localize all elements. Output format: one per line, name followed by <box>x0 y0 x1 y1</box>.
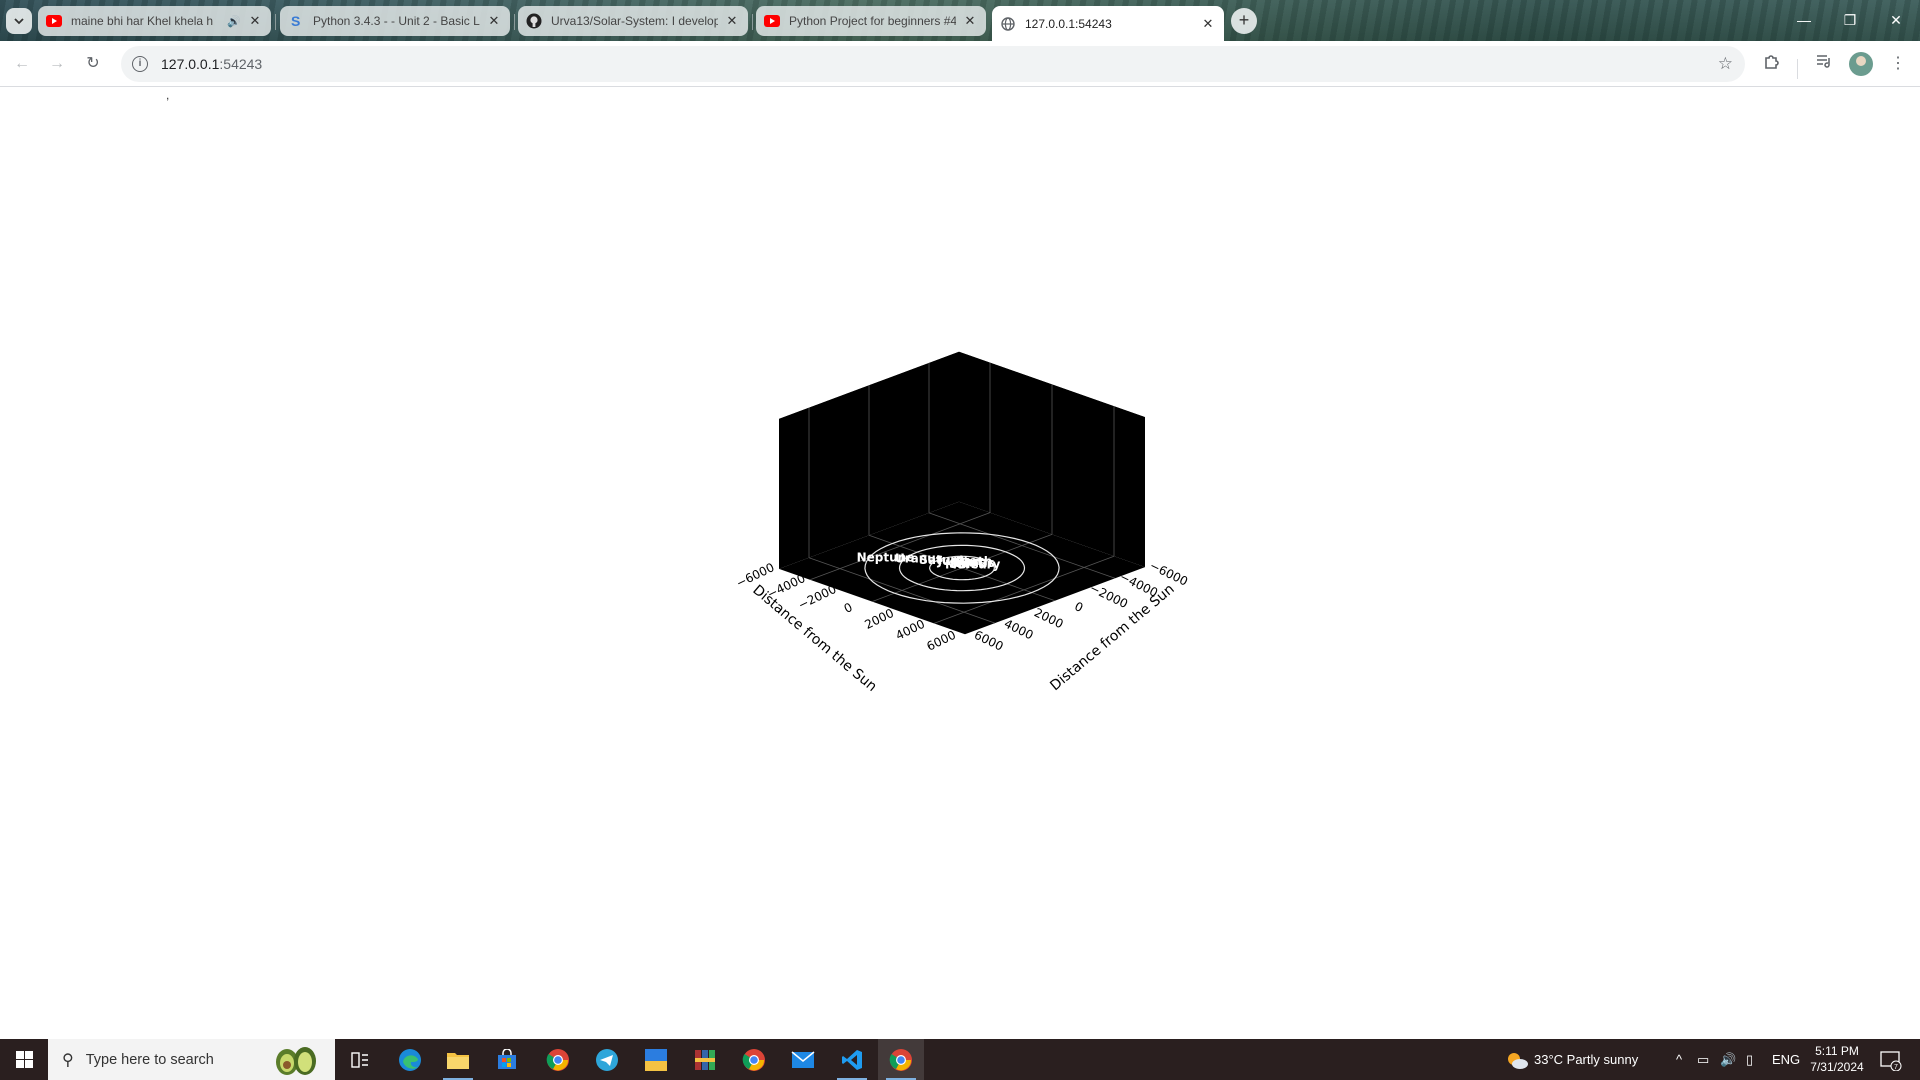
search-icon: ⚲ <box>62 1051 74 1069</box>
restore-icon[interactable]: ❐ <box>1827 0 1873 41</box>
weather-icon[interactable] <box>1505 1039 1529 1080</box>
tab-separator <box>752 14 753 30</box>
volume-icon[interactable]: 🔊 <box>1720 1039 1736 1080</box>
tab-title: maine bhi har Khel khela h <box>71 14 214 28</box>
tab-close-icon[interactable]: ✕ <box>486 13 502 29</box>
address-bar[interactable]: i 127.0.0.1:54243 ☆ <box>121 46 1745 82</box>
page-content: , Neptune Uranus Saturn Jupiter Mars Venus Mer… <box>0 88 1920 1039</box>
search-placeholder: Type here to search <box>85 1051 214 1068</box>
y-tick-label: −2000 <box>1087 581 1130 611</box>
tab-github-solar-system[interactable]: Urva13/Solar-System: I develop ✕ <box>518 6 748 36</box>
tab-search-button[interactable] <box>6 8 32 34</box>
winrar-icon[interactable] <box>682 1039 728 1080</box>
reload-icon[interactable]: ↻ <box>81 52 105 76</box>
notification-count: 7 <box>1894 1064 1898 1071</box>
forward-arrow-icon[interactable]: → <box>45 52 69 76</box>
x-tick-label: 6000 <box>924 628 958 654</box>
task-view-icon[interactable] <box>337 1039 383 1080</box>
taskbar-search-box[interactable]: ⚲ Type here to search <box>48 1039 335 1080</box>
y-tick-label: 2000 <box>1032 605 1066 631</box>
power-icon[interactable]: ▯ <box>1746 1039 1753 1080</box>
tab-title: Python 3.4.3 - - Unit 2 - Basic L <box>313 14 480 28</box>
network-icon[interactable]: ▭ <box>1697 1039 1709 1080</box>
tab-close-icon[interactable]: ✕ <box>247 13 263 29</box>
telegram-icon[interactable] <box>584 1039 630 1080</box>
youtube-icon <box>764 13 780 29</box>
speaker-icon[interactable]: 🔊 <box>227 15 241 28</box>
tab-localhost[interactable]: 127.0.0.1:54243 ✕ <box>992 6 1224 41</box>
notifications-icon[interactable]: 7 <box>1880 1039 1902 1080</box>
new-tab-button[interactable]: + <box>1231 8 1257 34</box>
chrome-icon[interactable] <box>535 1039 581 1080</box>
windows-start-button[interactable] <box>0 1039 48 1080</box>
x-tick-label: 0 <box>842 600 855 616</box>
tab-title: Python Project for beginners #4 <box>789 14 956 28</box>
toolbar-divider <box>1797 59 1798 79</box>
clock-time: 5:11 PM <box>1815 1044 1859 1058</box>
y-tick-label: 6000 <box>972 628 1006 654</box>
x-tick-label: −2000 <box>796 582 839 612</box>
file-explorer-icon[interactable] <box>435 1039 481 1080</box>
extensions-icon[interactable] <box>1760 52 1784 76</box>
url-host: 127.0.0.1 <box>161 56 220 72</box>
kebab-menu-icon[interactable]: ⋮ <box>1886 52 1910 76</box>
tab-separator <box>275 14 276 30</box>
svg-text:S: S <box>291 13 300 29</box>
tab-title: Urva13/Solar-System: I develop <box>551 14 718 28</box>
weather-text[interactable]: 33°C Partly sunny <box>1534 1039 1638 1080</box>
close-window-icon[interactable]: ✕ <box>1873 0 1919 41</box>
app-blue-square-icon[interactable] <box>633 1039 679 1080</box>
s-logo-icon: S <box>288 13 304 29</box>
github-icon <box>526 13 542 29</box>
tab-close-icon[interactable]: ✕ <box>724 13 740 29</box>
bookmark-star-icon[interactable]: ☆ <box>1718 54 1733 74</box>
media-control-icon[interactable] <box>1812 52 1836 76</box>
browser-toolbar: ← → ↻ i 127.0.0.1:54243 ☆ ⋮ <box>0 41 1920 87</box>
tab-python-unit2[interactable]: S Python 3.4.3 - - Unit 2 - Basic L ✕ <box>280 6 510 36</box>
minimize-icon[interactable]: — <box>1781 0 1827 41</box>
clock-date: 7/31/2024 <box>1810 1060 1864 1074</box>
chrome-alt-icon[interactable] <box>731 1039 777 1080</box>
browser-tab-strip: maine bhi har Khel khela h 🔊 ✕ S Python … <box>0 0 1920 41</box>
back-arrow-icon[interactable]: ← <box>10 52 34 76</box>
profile-avatar[interactable] <box>1849 52 1873 76</box>
chevron-down-icon <box>14 18 24 25</box>
x-tick-label: 2000 <box>862 606 896 632</box>
clock[interactable]: 5:11 PM 7/31/2024 <box>1807 1043 1867 1075</box>
url-port: :54243 <box>219 56 263 72</box>
chrome-active-icon[interactable] <box>878 1039 924 1080</box>
tab-close-icon[interactable]: ✕ <box>962 13 978 29</box>
url-text: 127.0.0.1:54243 <box>161 56 262 72</box>
planet-label-sun: Sun <box>949 557 975 571</box>
site-info-icon[interactable]: i <box>132 56 148 72</box>
y-tick-label: 4000 <box>1002 617 1036 643</box>
edge-icon[interactable] <box>387 1039 433 1080</box>
language-indicator[interactable]: ENG <box>1772 1039 1800 1080</box>
mail-icon[interactable] <box>780 1039 826 1080</box>
microsoft-store-icon[interactable] <box>484 1039 530 1080</box>
tab-close-icon[interactable]: ✕ <box>1200 16 1216 32</box>
youtube-icon <box>46 13 62 29</box>
solar-system-3d-plot: NeptuneUranusSaturnJupiterMarsVenusMercu… <box>734 351 1190 695</box>
vscode-icon[interactable] <box>829 1039 875 1080</box>
x-tick-label: 4000 <box>893 617 927 643</box>
tab-title: 127.0.0.1:54243 <box>1025 16 1112 31</box>
tab-youtube-song[interactable]: maine bhi har Khel khela h 🔊 ✕ <box>38 6 271 36</box>
tab-youtube-python-project[interactable]: Python Project for beginners #4 ✕ <box>756 6 986 36</box>
chevron-up-icon[interactable]: ^ <box>1676 1039 1682 1080</box>
windows-logo-icon <box>15 1051 33 1068</box>
windows-taskbar: ⚲ Type here to search 33°C Partly sunny … <box>0 1039 1920 1080</box>
globe-icon <box>1000 16 1016 32</box>
y-tick-label: 0 <box>1072 599 1085 615</box>
tab-separator <box>514 14 515 30</box>
avocado-icon <box>276 1047 316 1075</box>
